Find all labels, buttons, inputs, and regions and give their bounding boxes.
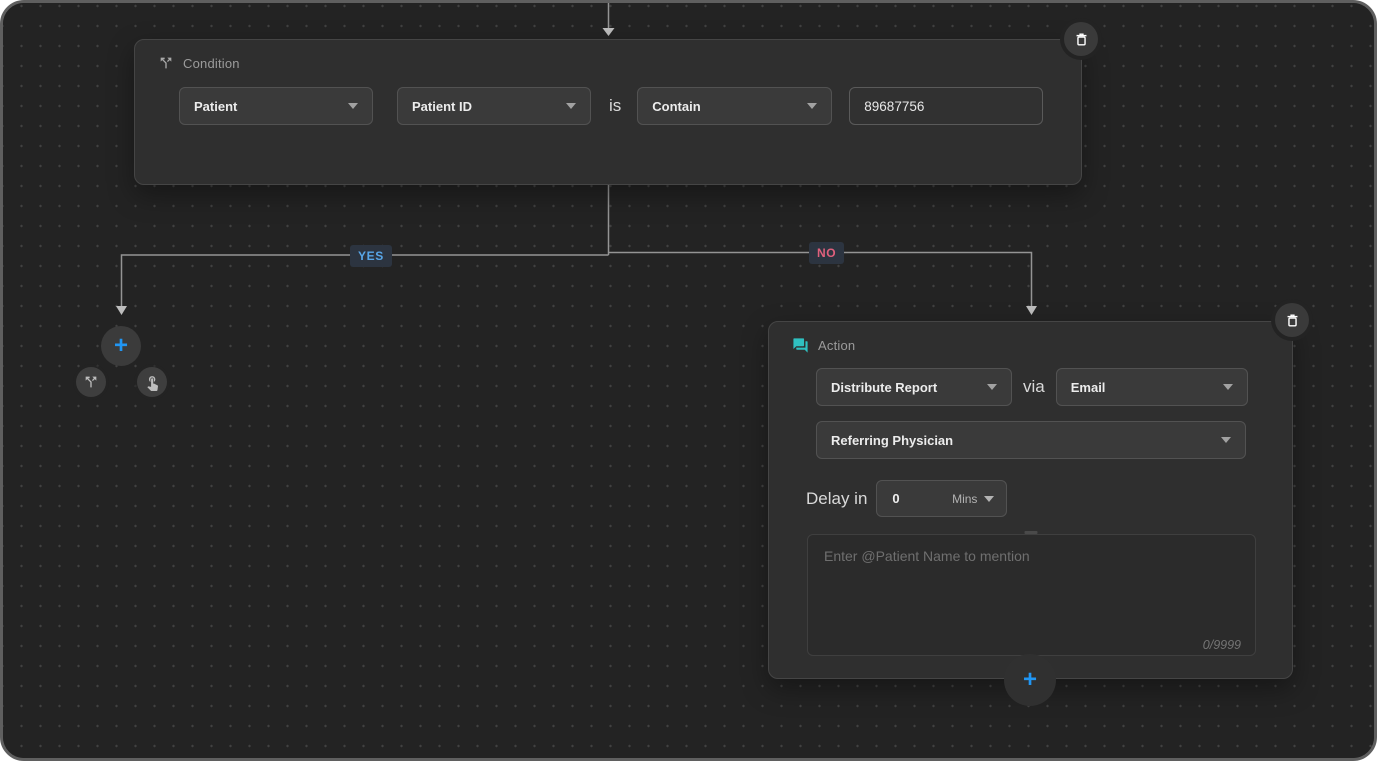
patient-dropdown[interactable]: Patient xyxy=(179,87,373,125)
touch-icon xyxy=(144,374,161,391)
add-step-button[interactable]: + xyxy=(1004,654,1056,706)
plus-icon: + xyxy=(114,334,128,358)
chevron-down-icon xyxy=(987,384,997,390)
dropdown-label: Contain xyxy=(652,99,700,114)
operator-dropdown[interactable]: Contain xyxy=(637,87,832,125)
dropdown-label: Patient ID xyxy=(412,99,472,114)
add-node-button[interactable]: + xyxy=(101,326,141,366)
trash-icon xyxy=(1073,31,1090,48)
message-textarea[interactable] xyxy=(807,534,1256,656)
delay-unit-label: Mins xyxy=(952,492,977,506)
action-node-header: Action xyxy=(769,322,1292,354)
chevron-down-icon xyxy=(348,103,358,109)
delay-label: Delay in xyxy=(806,489,867,509)
recipient-dropdown[interactable]: Referring Physician xyxy=(816,421,1246,459)
chevron-down-icon xyxy=(984,496,994,502)
textarea-anchor xyxy=(1024,531,1037,534)
condition-node-header: Condition xyxy=(135,40,1081,71)
dropdown-label: Distribute Report xyxy=(831,380,937,395)
chevron-down-icon xyxy=(807,103,817,109)
condition-node[interactable]: Condition Patient Patient ID is Contain xyxy=(134,39,1082,185)
condition-value-box xyxy=(849,87,1043,125)
delay-value-input[interactable] xyxy=(892,491,934,506)
node-title: Condition xyxy=(183,56,240,71)
trash-icon xyxy=(1284,312,1301,329)
no-branch-badge: NO xyxy=(809,242,844,264)
add-action-option-button[interactable] xyxy=(137,367,167,397)
dropdown-label: Patient xyxy=(194,99,237,114)
char-counter: 0/9999 xyxy=(1203,638,1241,652)
dropdown-label: Referring Physician xyxy=(831,433,953,448)
delay-combo: Mins xyxy=(876,480,1007,517)
chevron-down-icon xyxy=(1223,384,1233,390)
via-label: via xyxy=(1023,377,1045,397)
call-split-icon xyxy=(158,55,174,71)
chevron-down-icon xyxy=(1221,437,1231,443)
yes-branch-badge: YES xyxy=(350,245,392,267)
chat-icon xyxy=(792,337,809,354)
chevron-down-icon xyxy=(566,103,576,109)
is-label: is xyxy=(609,96,621,116)
call-split-icon xyxy=(83,374,99,390)
patient-id-dropdown[interactable]: Patient ID xyxy=(397,87,591,125)
delay-unit-dropdown[interactable]: Mins xyxy=(952,492,994,506)
action-type-dropdown[interactable]: Distribute Report xyxy=(816,368,1012,406)
node-title: Action xyxy=(818,338,855,353)
delete-action-button[interactable] xyxy=(1275,303,1309,337)
delete-condition-button[interactable] xyxy=(1064,22,1098,56)
channel-dropdown[interactable]: Email xyxy=(1056,368,1248,406)
condition-value-input[interactable] xyxy=(864,99,1028,114)
action-node[interactable]: Action Distribute Report via Email Refer… xyxy=(768,321,1293,679)
dropdown-label: Email xyxy=(1071,380,1106,395)
plus-icon: + xyxy=(1023,668,1037,692)
add-condition-option-button[interactable] xyxy=(76,367,106,397)
app-window: YES NO Condition Patient Patient ID is C… xyxy=(0,0,1377,761)
